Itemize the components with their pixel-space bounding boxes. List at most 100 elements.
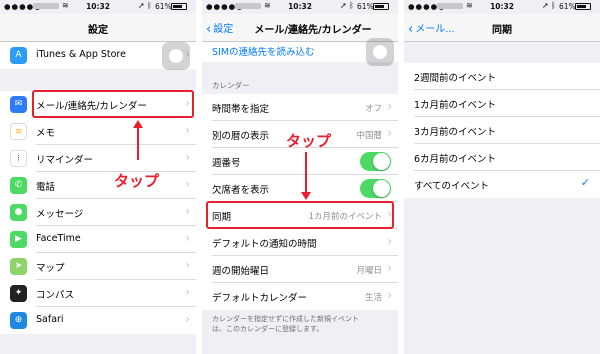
settings-item-phone[interactable]: ✆ 電話 ›	[0, 172, 196, 199]
maps-icon: ➤	[10, 258, 27, 275]
settings-item-label: リマインダー	[36, 155, 94, 166]
row-time-zone-support[interactable]: 時間帯を指定 オフ ›	[202, 94, 398, 121]
arrow-down-icon	[301, 152, 311, 200]
settings-item-label: FaceTime	[36, 233, 81, 244]
page-title: 設定	[88, 25, 108, 36]
settings-item-maps[interactable]: ➤ マップ ›	[0, 253, 196, 280]
status-bar: ●●●●● ≋ 10:32 ➚ ᛒ 61%	[202, 0, 398, 14]
tap-annotation: タップ	[114, 172, 160, 190]
sync-option-2-weeks[interactable]: 2週間前のイベント	[404, 63, 600, 90]
chevron-right-icon: ›	[387, 288, 392, 302]
settings-item-notes[interactable]: ≡ メモ ›	[0, 118, 196, 145]
nav-bar: 設定	[0, 14, 196, 42]
battery-percent: 61%	[357, 2, 374, 11]
assistive-touch-button[interactable]	[162, 42, 190, 70]
app-store-icon: A	[10, 47, 27, 64]
highlight-box-mail	[32, 90, 194, 118]
settings-item-label: マップ	[36, 263, 65, 274]
battery-icon	[373, 3, 389, 10]
chevron-right-icon: ›	[185, 285, 190, 299]
row-default-calendar[interactable]: デフォルトカレンダー 生活 ›	[202, 283, 398, 310]
chevron-right-icon: ›	[387, 99, 392, 113]
row-start-week-on[interactable]: 週の開始曜日 月曜日 ›	[202, 256, 398, 283]
row-value: 生活	[364, 293, 382, 303]
settings-screen: ●●●●● ≋ 10:32 ➚ ᛒ 61% 設定 A iTunes & App …	[0, 0, 196, 354]
settings-item-label: iTunes & App Store	[36, 49, 126, 60]
row-label: デフォルトの通知の時間	[212, 239, 317, 250]
notes-icon: ≡	[10, 123, 27, 140]
section-header-calendar: カレンダー	[212, 81, 250, 90]
chevron-right-icon: ›	[387, 234, 392, 248]
compass-icon: ✦	[10, 285, 27, 302]
settings-item-compass[interactable]: ✦ コンパス ›	[0, 280, 196, 307]
location-icon: ➚	[542, 1, 549, 10]
settings-item-safari[interactable]: ⊕ Safari ›	[0, 307, 196, 334]
settings-item-messages[interactable]: ● メッセージ ›	[0, 199, 196, 226]
chevron-right-icon: ›	[387, 261, 392, 275]
chevron-right-icon: ›	[185, 123, 190, 137]
week-numbers-toggle[interactable]	[360, 152, 391, 171]
arrow-up-icon	[133, 120, 143, 160]
facetime-icon: ▶	[10, 231, 27, 248]
row-label: 週番号	[212, 158, 241, 169]
settings-item-reminders[interactable]: ⁝ リマインダー ›	[0, 145, 196, 172]
status-bar: ●●●●● ≋ 10:32 ➚ ᛒ 61%	[0, 0, 196, 14]
sync-option-3-months[interactable]: 3カ月前のイベント	[404, 117, 600, 144]
sync-option-all-events[interactable]: すべてのイベント ✓	[404, 171, 600, 198]
chevron-right-icon: ›	[185, 177, 190, 191]
settings-item-label: 電話	[36, 182, 56, 193]
mail-contacts-calendars-screen: ●●●●● ≋ 10:32 ➚ ᛒ 61% ‹ 設定 メール/連絡先/カレンダー …	[202, 0, 398, 354]
chevron-right-icon: ›	[387, 126, 392, 140]
chevron-left-icon: ‹	[206, 22, 212, 37]
row-label: 時間帯を指定	[212, 104, 270, 115]
settings-item-facetime[interactable]: ▶ FaceTime ›	[0, 226, 196, 253]
show-declines-toggle[interactable]	[360, 179, 391, 198]
sync-option-1-month[interactable]: 1カ月前のイベント	[404, 90, 600, 117]
safari-icon: ⊕	[10, 312, 27, 329]
settings-item-label: Safari	[36, 314, 64, 325]
nav-bar: ‹ メール... 同期	[404, 14, 600, 42]
bluetooth-icon: ᛒ	[349, 1, 354, 10]
chevron-right-icon: ›	[185, 231, 190, 245]
option-label: 3カ月前のイベント	[414, 127, 497, 138]
footer-note-line: は、このカレンダーに登録します。	[212, 325, 324, 333]
page-title: メール/連絡先/カレンダー	[254, 25, 372, 36]
row-label: 別の暦の表示	[212, 131, 270, 142]
tap-annotation: タップ	[286, 132, 332, 150]
battery-percent: 61%	[155, 2, 172, 11]
row-value: オフ	[364, 104, 382, 114]
row-label: 欠席者を表示	[212, 185, 270, 196]
option-label: 2週間前のイベント	[414, 73, 497, 84]
chevron-right-icon: ›	[185, 258, 190, 272]
highlight-box-sync	[206, 201, 394, 229]
option-label: すべてのイベント	[414, 181, 489, 192]
settings-item-label: コンパス	[36, 290, 75, 301]
status-bar: ●●●●● ≋ 10:32 ➚ ᛒ 61%	[404, 0, 600, 14]
chevron-right-icon: ›	[185, 204, 190, 218]
footer-note-line: カレンダーを指定せずに作成した新規イベント	[212, 315, 359, 323]
chevron-right-icon: ›	[185, 312, 190, 326]
option-label: 1カ月前のイベント	[414, 100, 497, 111]
bluetooth-icon: ᛒ	[147, 1, 152, 10]
checkmark-icon: ✓	[580, 176, 590, 189]
reminders-icon: ⁝	[10, 150, 27, 167]
battery-percent: 61%	[559, 2, 576, 11]
nav-bar: ‹ 設定 メール/連絡先/カレンダー	[202, 14, 398, 42]
page-title: 同期	[492, 25, 512, 36]
settings-item-label: メッセージ	[36, 209, 84, 220]
settings-item-label: メモ	[36, 128, 56, 139]
import-sim-label: SIMの連絡先を読み込む	[212, 47, 315, 58]
row-value: 月曜日	[356, 266, 382, 276]
row-label: 週の開始曜日	[212, 266, 270, 277]
location-icon: ➚	[340, 1, 347, 10]
mail-icon: ✉	[10, 96, 27, 113]
row-default-alert-times[interactable]: デフォルトの通知の時間 ›	[202, 229, 398, 256]
assistive-touch-button[interactable]	[366, 38, 394, 66]
bluetooth-icon: ᛒ	[551, 1, 556, 10]
row-label: デフォルトカレンダー	[212, 293, 308, 304]
footer-note: カレンダーを指定せずに作成した新規イベント は、このカレンダーに登録します。	[212, 314, 392, 334]
chevron-right-icon: ›	[185, 150, 190, 164]
battery-icon	[575, 3, 591, 10]
option-label: 6カ月前のイベント	[414, 154, 497, 165]
sync-option-6-months[interactable]: 6カ月前のイベント	[404, 144, 600, 171]
